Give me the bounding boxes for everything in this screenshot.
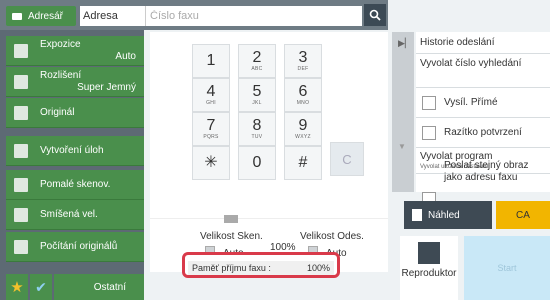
star-icon: ★ xyxy=(10,279,24,296)
scan-size-label[interactable]: Velikost Sken. xyxy=(200,231,270,243)
key-digit: 1 xyxy=(206,52,216,69)
favorites-button[interactable]: ★ xyxy=(6,274,28,300)
fax-memory-indicator: Paměť příjmu faxu : 100% xyxy=(182,252,340,278)
verification-stamp-item[interactable]: Razítko potvrzení xyxy=(416,118,550,148)
original-label: Originál xyxy=(40,107,75,118)
others-button[interactable]: Ostatní xyxy=(54,274,144,300)
exposure-icon xyxy=(14,44,28,58)
key-7[interactable]: 7 PQRS xyxy=(192,112,230,146)
resolution-label: Rozlišení xyxy=(40,69,82,81)
check-button[interactable]: ✔ xyxy=(30,274,52,300)
preview-label: Náhled xyxy=(428,209,460,221)
clear-button[interactable]: C xyxy=(330,142,364,176)
speaker-label: Reproduktor xyxy=(401,268,457,279)
key-5[interactable]: 5 JKL xyxy=(238,78,276,112)
send-history-item[interactable]: Historie odeslání xyxy=(416,32,550,54)
original-count-icon xyxy=(14,240,28,254)
key-digit: 4 xyxy=(206,83,216,100)
fax-memory-value: 100% xyxy=(306,263,330,273)
key-digit: 3 xyxy=(298,49,308,66)
search-icon xyxy=(369,9,381,21)
verification-stamp-checkbox[interactable] xyxy=(422,126,436,140)
key-digit: 2 xyxy=(252,49,262,66)
scanner-icon xyxy=(224,215,238,223)
job-build-icon xyxy=(14,144,28,158)
key-2[interactable]: 2 ABC xyxy=(238,44,276,78)
bottom-buttons: ★ ✔ Ostatní xyxy=(6,274,144,300)
address-book-label: Adresář xyxy=(28,10,64,22)
key-letters: ABC xyxy=(251,66,263,72)
slow-scan-button[interactable]: Pomalé skenov. xyxy=(6,170,144,200)
key-1[interactable]: 1 xyxy=(192,44,230,78)
exposure-value: Auto xyxy=(115,50,136,62)
right-panel-scrollbar[interactable]: ▶▏ ▼ xyxy=(392,32,414,192)
key-letters: TUV xyxy=(251,134,263,140)
fax-number-input[interactable] xyxy=(146,6,362,26)
preview-button[interactable]: Náhled xyxy=(404,201,492,229)
direct-send-checkbox[interactable] xyxy=(422,96,436,110)
key-digit: 6 xyxy=(298,83,308,100)
key-letters: DEF xyxy=(297,66,309,72)
verification-stamp-label: Razítko potvrzení xyxy=(444,127,522,138)
direct-send-label: Vysíl. Přímé xyxy=(444,97,498,108)
exposure-button[interactable]: Expozice Auto xyxy=(6,36,144,66)
key-9[interactable]: 9 WXYZ xyxy=(284,112,322,146)
check-icon: ✔ xyxy=(35,278,47,295)
key-digit: 7 xyxy=(206,117,216,134)
resolution-value: Super Jemný xyxy=(77,81,136,93)
key-letters: MNO xyxy=(296,100,310,106)
key-star[interactable]: ✳ xyxy=(192,146,230,180)
resolution-button[interactable]: Rozlišení Super Jemný xyxy=(6,67,144,97)
key-letters: GHI xyxy=(206,100,216,106)
address-book-icon xyxy=(12,12,22,20)
key-digit: 9 xyxy=(298,117,308,134)
speaker-icon xyxy=(418,242,440,264)
address-book-button[interactable]: Adresář xyxy=(6,6,76,26)
top-bar: Adresář Adresa xyxy=(0,0,388,30)
speaker-button[interactable]: Reproduktor xyxy=(400,236,458,300)
key-4[interactable]: 4 GHI xyxy=(192,78,230,112)
key-digit: 8 xyxy=(252,117,262,134)
start-button[interactable]: Start xyxy=(464,236,550,300)
scroll-down-icon[interactable]: ▼ xyxy=(398,142,406,151)
fax-memory-label: Paměť příjmu faxu : xyxy=(192,263,271,273)
key-letters: WXYZ xyxy=(295,134,311,140)
key-6[interactable]: 6 MNO xyxy=(284,78,322,112)
recall-search-number-item[interactable]: Vyvolat číslo vyhledání xyxy=(416,54,550,88)
key-letters: JKL xyxy=(252,100,262,106)
key-hash[interactable]: # xyxy=(284,146,322,180)
direct-send-item[interactable]: Vysíl. Přímé xyxy=(416,88,550,118)
key-letters: PQRS xyxy=(203,134,219,140)
expand-arrow-icon[interactable]: ▶▏ xyxy=(398,38,412,49)
key-digit: # xyxy=(298,154,308,171)
clear-all-button[interactable]: CA xyxy=(496,201,550,229)
original-button[interactable]: Originál xyxy=(6,98,144,128)
original-icon xyxy=(14,106,28,120)
original-count-button[interactable]: Počítání originálů xyxy=(6,232,144,262)
key-0[interactable]: 0 xyxy=(238,146,276,180)
send-size-label[interactable]: Velikost Odes. xyxy=(300,231,380,243)
slow-scan-icon xyxy=(14,178,28,192)
search-button[interactable] xyxy=(364,4,386,26)
key-digit: 5 xyxy=(252,83,262,100)
job-build-label: Vytvoření úloh xyxy=(40,145,104,156)
slow-scan-label: Pomalé skenov. xyxy=(40,179,111,190)
key-3[interactable]: 3 DEF xyxy=(284,44,322,78)
address-label: Adresa xyxy=(80,6,146,26)
key-digit: ✳ xyxy=(204,154,218,171)
settings-sidebar: Expozice Auto Rozlišení Super Jemný Origin… xyxy=(0,30,144,300)
exposure-label: Expozice xyxy=(40,38,81,50)
job-build-button[interactable]: Vytvoření úloh xyxy=(6,136,144,166)
mixed-size-button[interactable]: Smíšená vel. xyxy=(6,200,144,230)
resolution-icon xyxy=(14,75,28,89)
key-digit: 0 xyxy=(252,154,262,171)
preview-icon xyxy=(412,209,422,221)
key-8[interactable]: 8 TUV xyxy=(238,112,276,146)
original-count-label: Počítání originálů xyxy=(40,241,118,252)
send-same-image-label: Poslat stejný obraz jako adresu faxu xyxy=(444,160,529,183)
mixed-size-icon xyxy=(14,208,28,222)
mixed-size-label: Smíšená vel. xyxy=(40,209,98,220)
